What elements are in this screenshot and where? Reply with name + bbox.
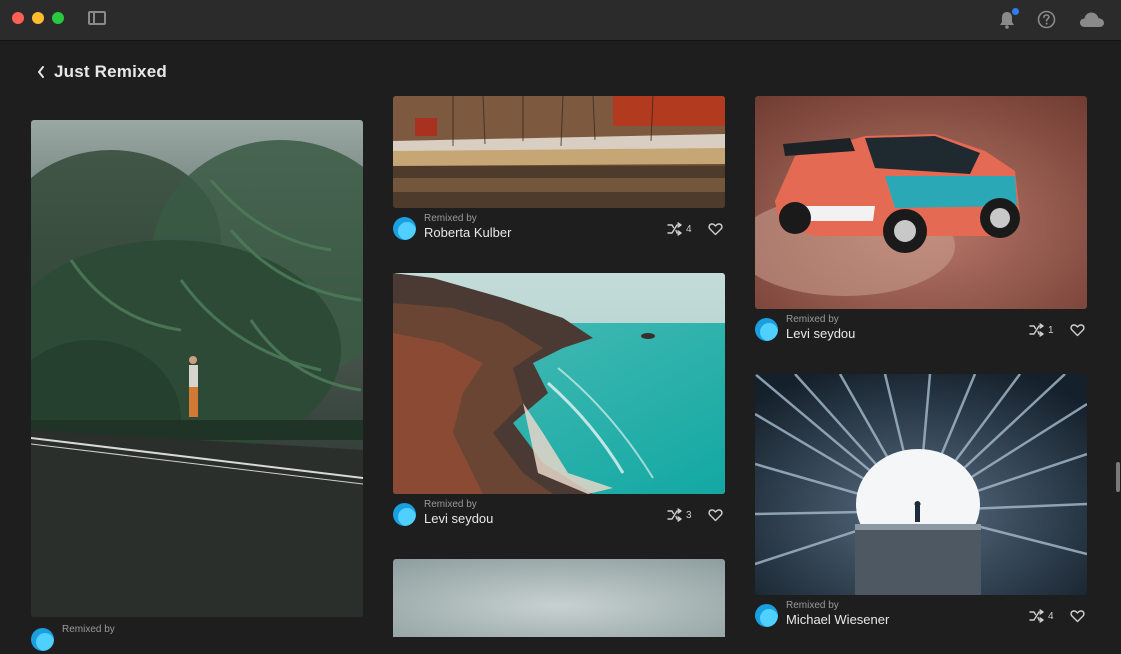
card-meta: Remixed by Roberta Kulber 4	[393, 213, 725, 243]
heart-icon[interactable]	[1069, 609, 1085, 623]
author-name[interactable]: Levi seydou	[786, 326, 855, 341]
avatar[interactable]	[755, 318, 778, 341]
notification-badge	[1012, 8, 1019, 15]
remix-icon[interactable]	[667, 508, 683, 522]
cloud-icon[interactable]	[1079, 11, 1105, 28]
page-title: Just Remixed	[54, 62, 167, 81]
zoom-window-button[interactable]	[52, 12, 64, 24]
chevron-left-icon[interactable]	[36, 65, 46, 79]
avatar[interactable]	[393, 503, 416, 526]
remix-icon[interactable]	[1029, 609, 1045, 623]
close-window-button[interactable]	[12, 12, 24, 24]
remix-icon[interactable]	[1029, 323, 1045, 337]
photo-winter-lake[interactable]	[393, 96, 725, 208]
photo-tunnel[interactable]	[755, 374, 1087, 595]
card-stats: 4	[667, 221, 723, 237]
remix-count: 4	[686, 223, 692, 235]
heart-icon[interactable]	[707, 508, 723, 522]
author-name[interactable]: Levi seydou	[424, 511, 493, 526]
scrollbar-thumb[interactable]	[1116, 462, 1120, 492]
card-stats: 4	[1029, 608, 1085, 624]
help-icon[interactable]	[1037, 10, 1056, 29]
remix-count: 1	[1048, 324, 1054, 336]
remixed-by-label: Remixed by	[424, 499, 477, 510]
card-stats: 3	[667, 507, 723, 523]
author-name[interactable]: Michael Wiesener	[786, 612, 889, 627]
card-meta: Remixed by Levi seydou 3	[393, 499, 725, 529]
page-header: Just Remixed	[36, 60, 167, 84]
remix-count: 3	[686, 509, 692, 521]
remixed-by-label: Remixed by	[424, 213, 477, 224]
remixed-by-label: Remixed by	[62, 624, 115, 635]
remix-count: 4	[1048, 610, 1054, 622]
minimize-window-button[interactable]	[32, 12, 44, 24]
remixed-by-label: Remixed by	[786, 314, 839, 325]
card-meta: Remixed by Michael Wiesener 4	[755, 600, 1087, 630]
photo-coastal-cliffs[interactable]	[393, 273, 725, 494]
photo-fern-forest[interactable]	[31, 120, 363, 617]
card-meta: Remixed by Levi seydou 1	[755, 314, 1087, 344]
avatar[interactable]	[393, 217, 416, 240]
author-name[interactable]: Roberta Kulber	[424, 225, 511, 240]
window-titlebar	[0, 0, 1121, 41]
photo-foggy-sky[interactable]	[393, 559, 725, 637]
card-meta: Remixed by	[31, 624, 363, 654]
heart-icon[interactable]	[707, 222, 723, 236]
heart-icon[interactable]	[1069, 323, 1085, 337]
card-stats: 1	[1029, 322, 1085, 338]
sidebar-toggle-icon[interactable]	[88, 11, 106, 25]
remixed-by-label: Remixed by	[786, 600, 839, 611]
photo-rally-car[interactable]	[755, 96, 1087, 309]
avatar[interactable]	[755, 604, 778, 627]
remix-icon[interactable]	[667, 222, 683, 236]
